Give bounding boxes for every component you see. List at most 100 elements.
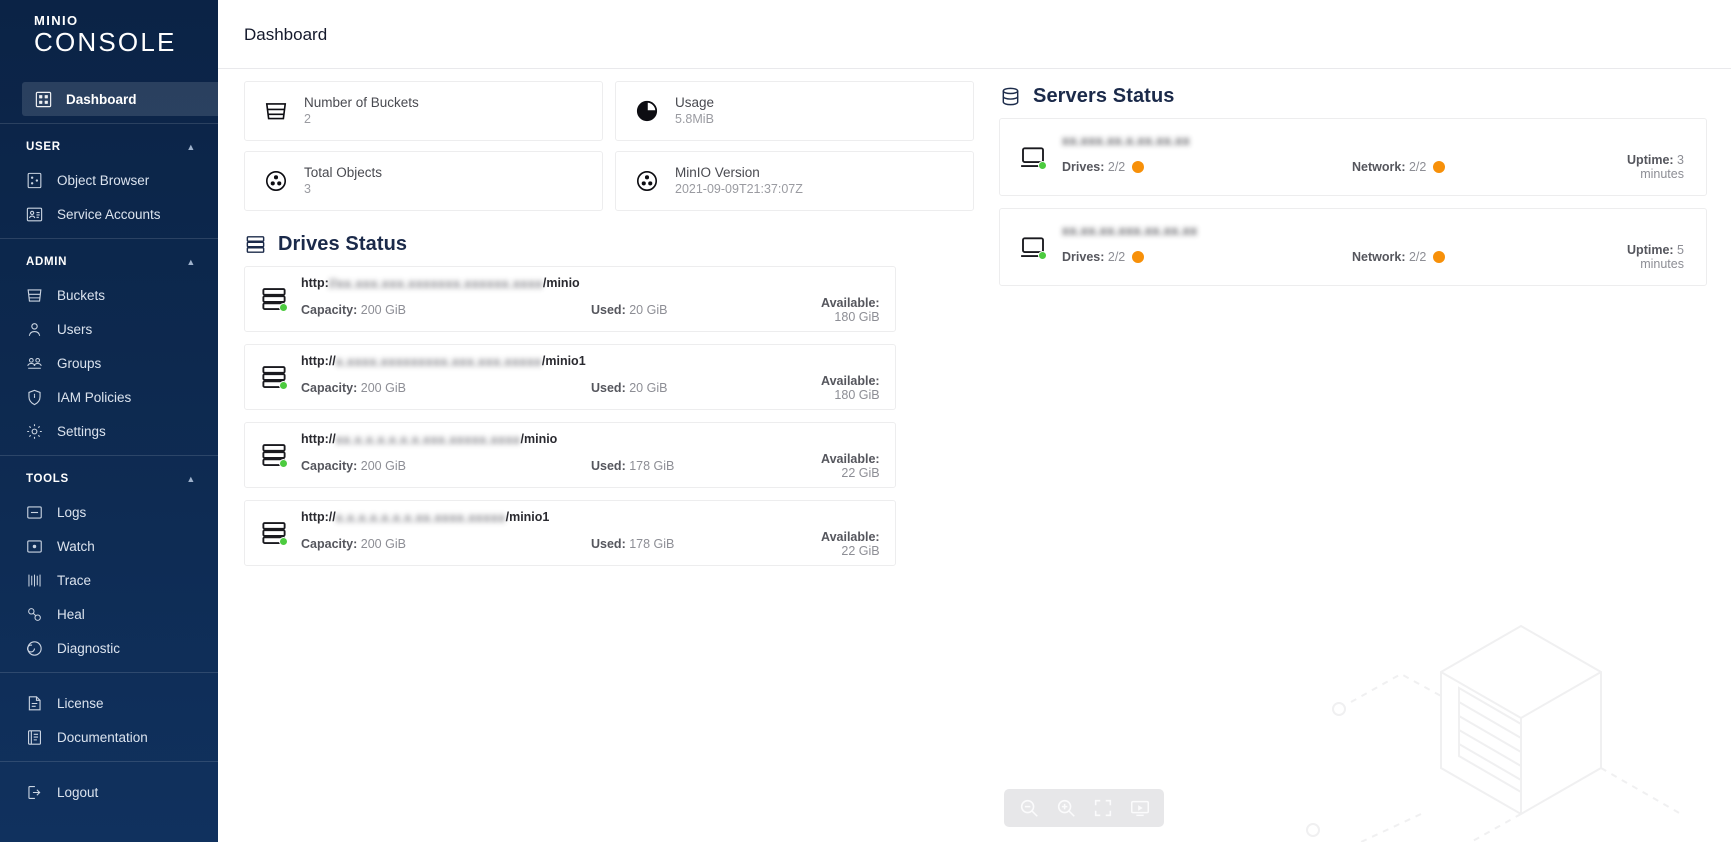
drives-value: 2/2 [1107,250,1126,264]
status-dot-ok [279,381,288,390]
drive-url: http://x.x.x.x.x.x.x.xx.xxxx.xxxxx/minio… [301,510,549,525]
network-label: Network: [1352,160,1406,174]
server-host-redacted: xx.xx.xx.xxx.xx.xx.xx [1062,224,1198,238]
sidebar-item-object-browser[interactable]: Object Browser [0,163,218,197]
documentation-icon [25,728,44,747]
drive-url-prefix: http:// [301,432,336,447]
network-status-bead [1433,161,1446,173]
servers-icon [999,85,1022,108]
info-card-number-of-buckets[interactable]: Number of Buckets 2 [244,81,603,141]
zoom-in-icon[interactable] [1055,797,1077,819]
drive-row[interactable]: http://x.x.x.x.x.x.x.xx.xxxx.xxxxx/minio… [244,500,896,566]
drive-url-suffix: /minio [520,432,558,447]
license-icon [25,694,44,713]
drives-icon [244,233,267,256]
server-network: Network: 2/2 [1352,160,1592,174]
sidebar-item-groups[interactable]: Groups [0,346,218,380]
available-value: 180 GiB [834,309,880,324]
drives-label: Drives: [1062,250,1105,264]
sidebar-group-tools[interactable]: TOOLS ▲ [0,463,218,495]
drive-used: Used: 178 GiB [591,459,821,473]
sidebar-item-buckets[interactable]: Buckets [0,278,218,312]
drive-icon [259,362,289,392]
brand-logo: MINIO CONSOLE [0,0,218,72]
sidebar-item-label: Users [57,321,93,337]
sidebar-divider-4 [0,672,218,673]
server-card[interactable]: xx.xxx.xx.x.xx.xx.xx Drives: 2/2 Network… [999,118,1707,196]
sidebar-group-title: TOOLS [26,473,69,485]
sidebar-group-admin[interactable]: ADMIN ▲ [0,246,218,278]
network-label: Network: [1352,250,1406,264]
info-card-total-objects[interactable]: Total Objects 3 [244,151,603,211]
sidebar-item-license[interactable]: License [0,686,218,720]
info-card-usage[interactable]: Usage 5.8MiB [615,81,974,141]
dashboard-icon [34,90,53,109]
drive-icon [259,518,289,548]
drives-label: Drives: [1062,160,1105,174]
chevron-up-icon: ▲ [186,257,196,267]
present-screen-icon[interactable] [1129,797,1151,819]
page-title: Dashboard [244,25,328,44]
drive-capacity: Capacity: 200 GiB [301,303,591,317]
diagnostic-icon [25,639,44,658]
sidebar-item-label: Documentation [57,729,148,745]
sidebar-item-label: Diagnostic [57,640,121,656]
info-card-label: MinIO Version [675,165,760,180]
drive-icon [259,284,289,314]
drive-row[interactable]: http://x.xxxx.xxxxxxxxx.xxx.xxx.xxxxx/mi… [244,344,896,410]
minio-console-app: MINIO CONSOLE Dashboard USER ▲ Object Br… [0,0,1731,842]
capacity-label: Capacity: [301,458,358,473]
used-value: 20 GiB [629,302,668,317]
info-card-minio-version[interactable]: MinIO Version 2021-09-09T21:37:07Z [615,151,974,211]
sidebar-item-trace[interactable]: Trace [0,563,218,597]
drive-used: Used: 20 GiB [591,303,821,317]
sidebar-group-title: USER [26,141,61,153]
user-icon [25,320,44,339]
minio-version-icon [634,168,660,194]
capacity-value: 200 GiB [360,380,406,395]
gear-icon [25,422,44,441]
info-card-value: 2 [304,112,311,126]
sidebar-item-label: Trace [57,572,92,588]
sidebar-item-watch[interactable]: Watch [0,529,218,563]
network-value: 2/2 [1408,250,1427,264]
drive-url-suffix: /minio [542,276,580,291]
sidebar-group-user[interactable]: USER ▲ [0,131,218,163]
available-label: Available: [821,373,880,388]
sidebar-item-heal[interactable]: Heal [0,597,218,631]
drive-url-prefix: http: [301,276,329,291]
available-value: 22 GiB [841,465,880,480]
info-card-label: Usage [675,95,715,110]
sidebar-item-service-accounts[interactable]: Service Accounts [0,197,218,231]
watch-icon [25,537,44,556]
status-dot-ok [279,303,288,312]
main-content: Dashboard Number of Buckets 2 Usage 5.8M… [218,0,1731,842]
trace-icon [25,571,44,590]
server-card[interactable]: xx.xx.xx.xxx.xx.xx.xx Drives: 2/2 Networ… [999,208,1707,286]
zoom-toolbar[interactable] [1004,789,1164,827]
info-card-label: Number of Buckets [304,95,419,110]
sidebar-item-users[interactable]: Users [0,312,218,346]
server-drives: Drives: 2/2 [1062,250,1352,264]
sidebar-item-settings[interactable]: Settings [0,414,218,448]
sidebar-item-logs[interactable]: Logs [0,495,218,529]
sidebar-item-dashboard[interactable]: Dashboard [22,82,218,116]
server-stats: Drives: 2/2 Network: 2/2 Uptime: 3 minut… [1062,153,1684,181]
drive-used: Used: 178 GiB [591,537,821,551]
zoom-out-icon[interactable] [1018,797,1040,819]
drive-url-redacted: xx.x.x.x.x.x.x.xxx.xxxxx.xxxx [335,432,521,447]
sidebar-item-label: Dashboard [66,91,137,107]
drive-row[interactable]: http://xx.xxx.xxx.xxxxxxx.xxxxxx.xxxx/mi… [244,266,896,332]
service-accounts-icon [25,205,44,224]
sidebar-item-iam-policies[interactable]: IAM Policies [0,380,218,414]
sidebar-item-logout[interactable]: Logout [0,775,218,809]
sidebar-item-diagnostic[interactable]: Diagnostic [0,631,218,665]
available-label: Available: [821,529,880,544]
sidebar-item-documentation[interactable]: Documentation [0,720,218,754]
drive-row[interactable]: http://xx.x.x.x.x.x.x.xxx.xxxxx.xxxx/min… [244,422,896,488]
drive-stats: Capacity: 200 GiB Used: 20 GiB Available… [301,374,880,402]
fit-screen-icon[interactable] [1092,797,1114,819]
bucket-icon [263,98,289,124]
chevron-up-icon: ▲ [186,474,196,484]
drives-status-heading: Drives Status [244,233,983,256]
